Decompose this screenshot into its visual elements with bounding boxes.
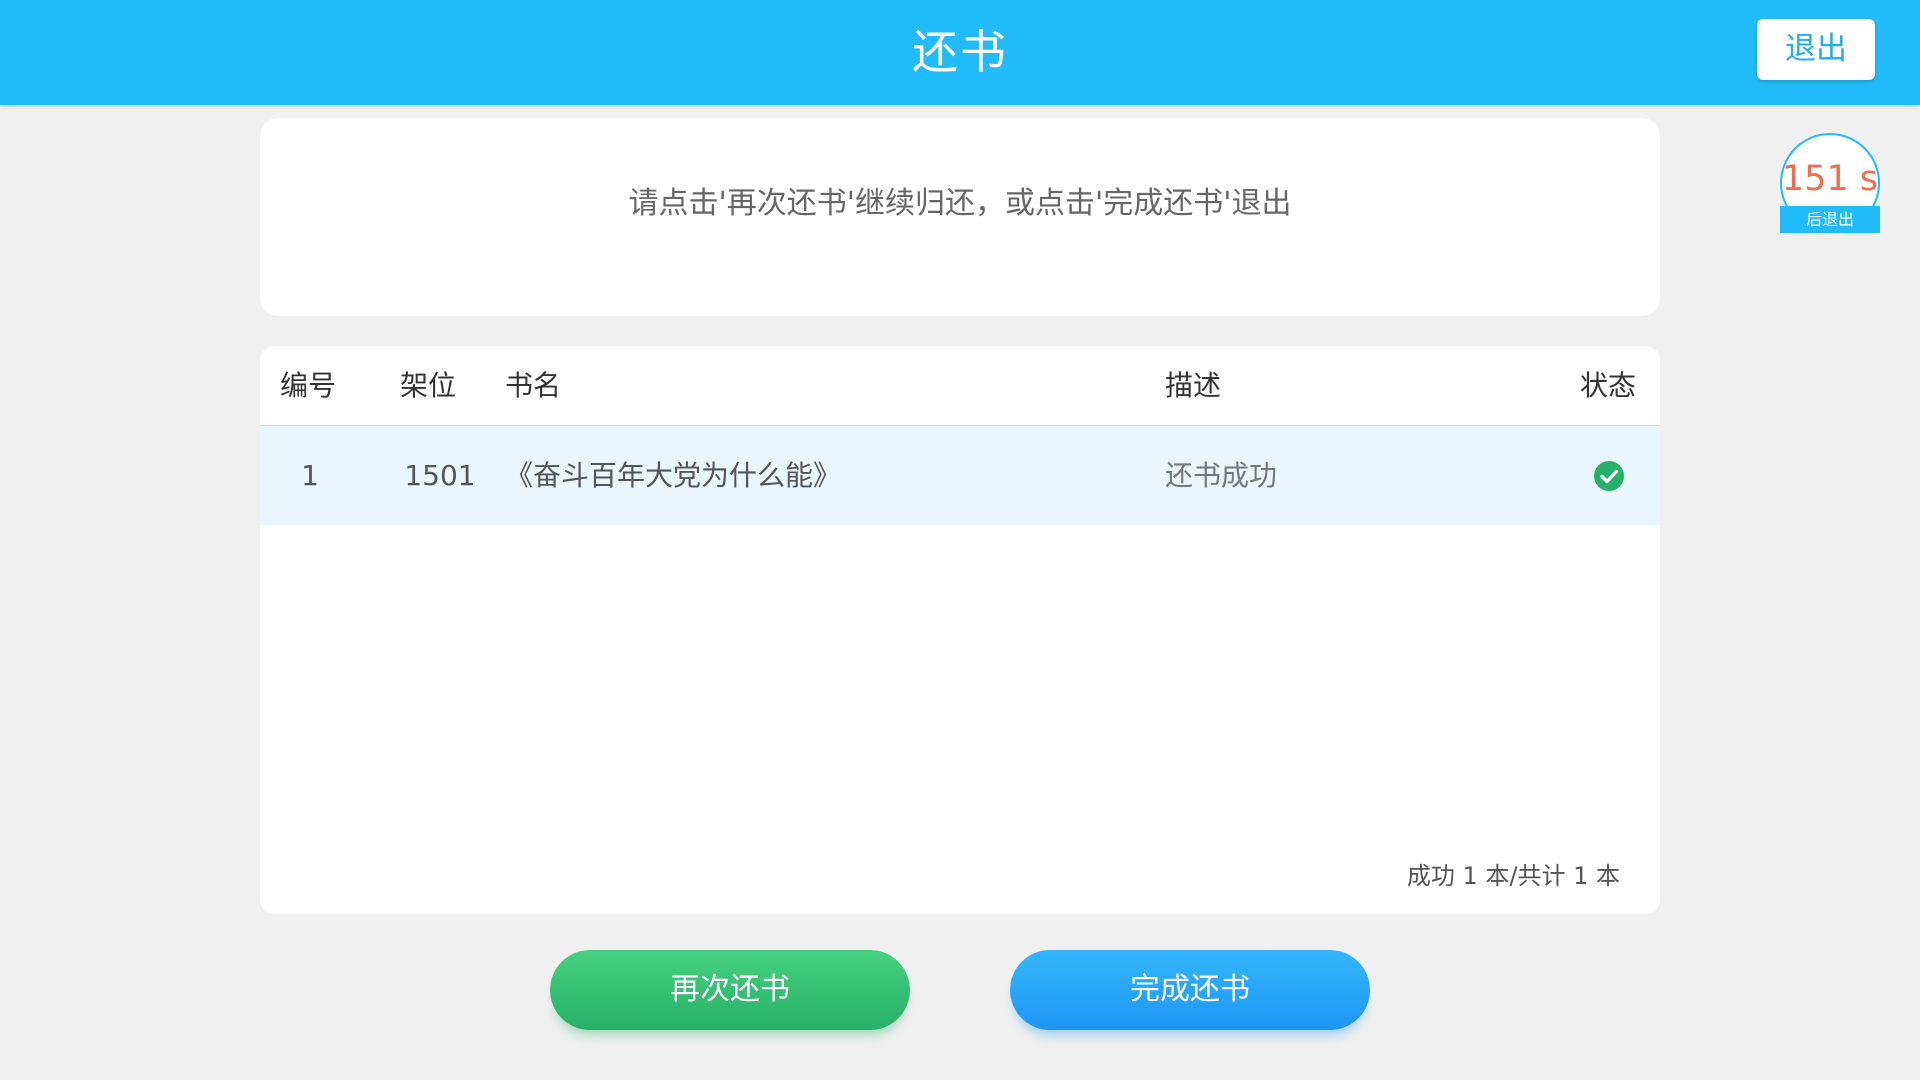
countdown-label: 后退出	[1780, 206, 1880, 233]
column-header-id: 编号	[280, 369, 337, 402]
finish-return-button[interactable]: 完成还书	[1010, 950, 1370, 1030]
message-card: 请点击'再次还书'继续归还，或点击'完成还书'退出	[260, 118, 1660, 316]
column-header-title: 书名	[505, 369, 562, 402]
instruction-message: 请点击'再次还书'继续归还，或点击'完成还书'退出	[628, 186, 1292, 221]
cell-description: 还书成功	[1165, 459, 1278, 492]
cell-shelf: 1501	[404, 459, 476, 492]
column-header-shelf: 架位	[400, 369, 457, 402]
return-again-button[interactable]: 再次还书	[550, 950, 910, 1030]
table-header: 编号 架位 书名 描述 状态	[260, 346, 1660, 426]
return-table: 编号 架位 书名 描述 状态 1 1501 《奋斗百年大党为什么能》 还书成功 …	[260, 346, 1660, 914]
page-title: 还书	[912, 25, 1008, 79]
countdown-timer: 151 s 后退出	[1780, 133, 1880, 233]
column-header-description: 描述	[1165, 369, 1222, 402]
countdown-value: 151 s	[1781, 159, 1879, 199]
return-summary: 成功 1 本/共计 1 本	[1406, 862, 1620, 890]
table-row[interactable]: 1 1501 《奋斗百年大党为什么能》 还书成功	[260, 426, 1660, 525]
cell-title: 《奋斗百年大党为什么能》	[505, 459, 842, 492]
check-circle-icon	[1594, 461, 1624, 491]
cell-id: 1	[301, 459, 319, 492]
header-bar: 还书 退出	[0, 0, 1920, 105]
column-header-status: 状态	[1580, 369, 1637, 402]
exit-button[interactable]: 退出	[1757, 19, 1875, 80]
